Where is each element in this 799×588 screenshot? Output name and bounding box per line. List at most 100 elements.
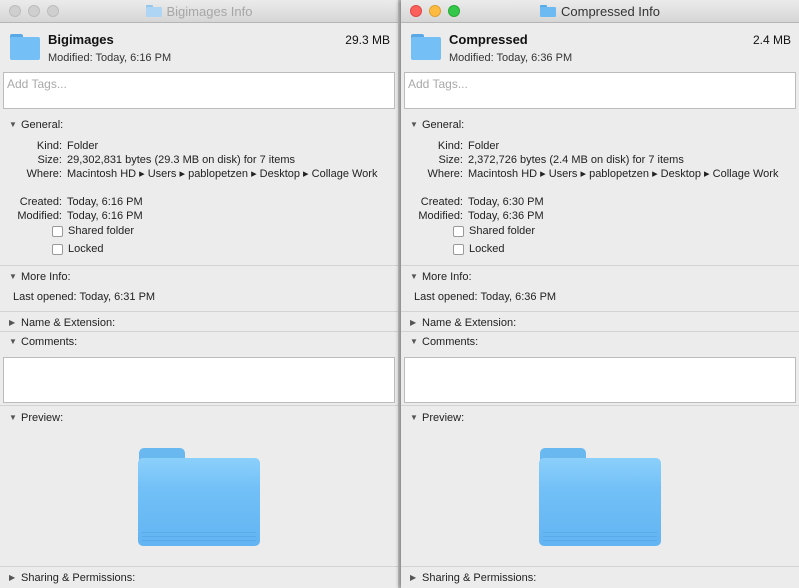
section-name-extension[interactable]: ▶ Name & Extension:	[0, 316, 398, 332]
folder-preview-icon	[138, 448, 260, 546]
section-sharing-permissions[interactable]: ▶ Sharing & Permissions:	[0, 571, 398, 587]
modified-label: Modified:	[418, 210, 463, 222]
section-label: Name & Extension:	[422, 317, 517, 329]
where-value: Macintosh HD ▸ Users ▸ pablopetzen ▸ Des…	[67, 168, 378, 180]
title-bar[interactable]: Bigimages Info	[0, 0, 398, 23]
info-window-bigimages: Bigimages Info Bigimages Modified: Today…	[0, 0, 398, 588]
divider	[0, 265, 398, 266]
disclosure-triangle-down-icon[interactable]: ▼	[9, 413, 17, 422]
section-label: Preview:	[422, 412, 465, 424]
locked-checkbox[interactable]	[52, 244, 63, 255]
section-comments[interactable]: ▼ Comments:	[401, 335, 799, 351]
item-modified: Modified: Today, 6:36 PM	[449, 52, 573, 64]
section-label: Comments:	[21, 336, 78, 348]
disclosure-triangle-down-icon[interactable]: ▼	[9, 120, 17, 129]
shared-folder-label[interactable]: Shared folder	[68, 225, 134, 237]
disclosure-triangle-down-icon[interactable]: ▼	[410, 120, 418, 129]
section-more-info[interactable]: ▼ More Info:	[401, 270, 799, 286]
divider	[0, 405, 398, 406]
divider	[401, 311, 799, 312]
title-bar[interactable]: Compressed Info	[401, 0, 799, 23]
section-more-info[interactable]: ▼ More Info:	[0, 270, 398, 286]
created-value: Today, 6:16 PM	[67, 196, 143, 208]
section-general[interactable]: ▼ General:	[401, 118, 799, 134]
info-header: Bigimages Modified: Today, 6:16 PM 29.3 …	[0, 22, 398, 68]
kind-value: Folder	[67, 140, 99, 152]
disclosure-triangle-down-icon[interactable]: ▼	[9, 337, 17, 346]
item-size: 2.4 MB	[752, 33, 791, 47]
disclosure-triangle-right-icon[interactable]: ▶	[410, 573, 416, 582]
created-label: Created:	[420, 196, 463, 208]
zoom-button[interactable]	[47, 5, 59, 17]
created-label: Created:	[19, 196, 62, 208]
modified-value: Today, 6:36 PM	[468, 210, 544, 222]
tags-field[interactable]: Add Tags...	[404, 72, 796, 109]
modified-value: Today, 6:16 PM	[67, 210, 143, 222]
section-name-extension[interactable]: ▶ Name & Extension:	[401, 316, 799, 332]
locked-label[interactable]: Locked	[469, 243, 504, 255]
where-label: Where:	[427, 168, 463, 180]
where-value: Macintosh HD ▸ Users ▸ pablopetzen ▸ Des…	[468, 168, 779, 180]
section-preview[interactable]: ▼ Preview:	[0, 411, 398, 427]
created-value: Today, 6:30 PM	[468, 196, 544, 208]
divider	[401, 566, 799, 567]
section-sharing-permissions[interactable]: ▶ Sharing & Permissions:	[401, 571, 799, 587]
window-title: Compressed Info	[561, 3, 660, 19]
where-label: Where:	[26, 168, 62, 180]
window-title: Bigimages Info	[166, 3, 253, 19]
comments-field[interactable]	[3, 357, 395, 403]
last-opened-text: Last opened: Today, 6:36 PM	[414, 291, 557, 303]
minimize-button[interactable]	[28, 5, 40, 17]
shared-folder-checkbox[interactable]	[52, 226, 63, 237]
close-button[interactable]	[9, 5, 21, 17]
minimize-button[interactable]	[429, 5, 441, 17]
divider	[0, 311, 398, 312]
divider	[0, 331, 398, 332]
disclosure-triangle-right-icon[interactable]: ▶	[9, 573, 15, 582]
window-controls	[9, 5, 59, 17]
close-button[interactable]	[410, 5, 422, 17]
folder-icon	[540, 5, 556, 17]
disclosure-triangle-down-icon[interactable]: ▼	[410, 272, 418, 281]
section-label: Preview:	[21, 412, 64, 424]
locked-checkbox[interactable]	[453, 244, 464, 255]
window-controls	[410, 5, 460, 17]
disclosure-triangle-right-icon[interactable]: ▶	[9, 318, 15, 327]
section-general[interactable]: ▼ General:	[0, 118, 398, 134]
locked-label[interactable]: Locked	[68, 243, 103, 255]
kind-value: Folder	[468, 140, 500, 152]
disclosure-triangle-down-icon[interactable]: ▼	[9, 272, 17, 281]
section-label: More Info:	[21, 271, 71, 283]
divider	[401, 265, 799, 266]
folder-icon	[10, 34, 40, 60]
kind-label: Kind:	[437, 140, 463, 152]
zoom-button[interactable]	[448, 5, 460, 17]
section-comments[interactable]: ▼ Comments:	[0, 335, 398, 351]
disclosure-triangle-down-icon[interactable]: ▼	[410, 337, 418, 346]
section-label: Comments:	[422, 336, 479, 348]
disclosure-triangle-right-icon[interactable]: ▶	[410, 318, 416, 327]
section-label: Sharing & Permissions:	[21, 572, 136, 584]
size-label: Size:	[37, 154, 62, 166]
size-value: 2,372,726 bytes (2.4 MB on disk) for 7 i…	[468, 154, 684, 166]
item-modified: Modified: Today, 6:16 PM	[48, 52, 172, 64]
section-label: Name & Extension:	[21, 317, 116, 329]
info-window-compressed: Compressed Info Compressed Modified: Tod…	[401, 0, 799, 588]
info-header: Compressed Modified: Today, 6:36 PM 2.4 …	[401, 22, 799, 68]
divider	[401, 331, 799, 332]
window-title-group: Compressed Info	[540, 4, 660, 19]
size-value: 29,302,831 bytes (29.3 MB on disk) for 7…	[67, 154, 296, 166]
section-preview[interactable]: ▼ Preview:	[401, 411, 799, 427]
window-title-group: Bigimages Info	[145, 3, 253, 19]
section-label: Sharing & Permissions:	[422, 572, 537, 584]
section-label: General:	[21, 119, 64, 131]
disclosure-triangle-down-icon[interactable]: ▼	[410, 413, 418, 422]
folder-icon	[145, 5, 162, 17]
last-opened-text: Last opened: Today, 6:31 PM	[13, 291, 156, 303]
shared-folder-checkbox[interactable]	[453, 226, 464, 237]
tags-field[interactable]: Add Tags...	[3, 72, 395, 109]
shared-folder-label[interactable]: Shared folder	[469, 225, 535, 237]
item-name: Compressed	[449, 32, 528, 47]
comments-field[interactable]	[404, 357, 796, 403]
folder-preview-icon	[539, 448, 661, 546]
